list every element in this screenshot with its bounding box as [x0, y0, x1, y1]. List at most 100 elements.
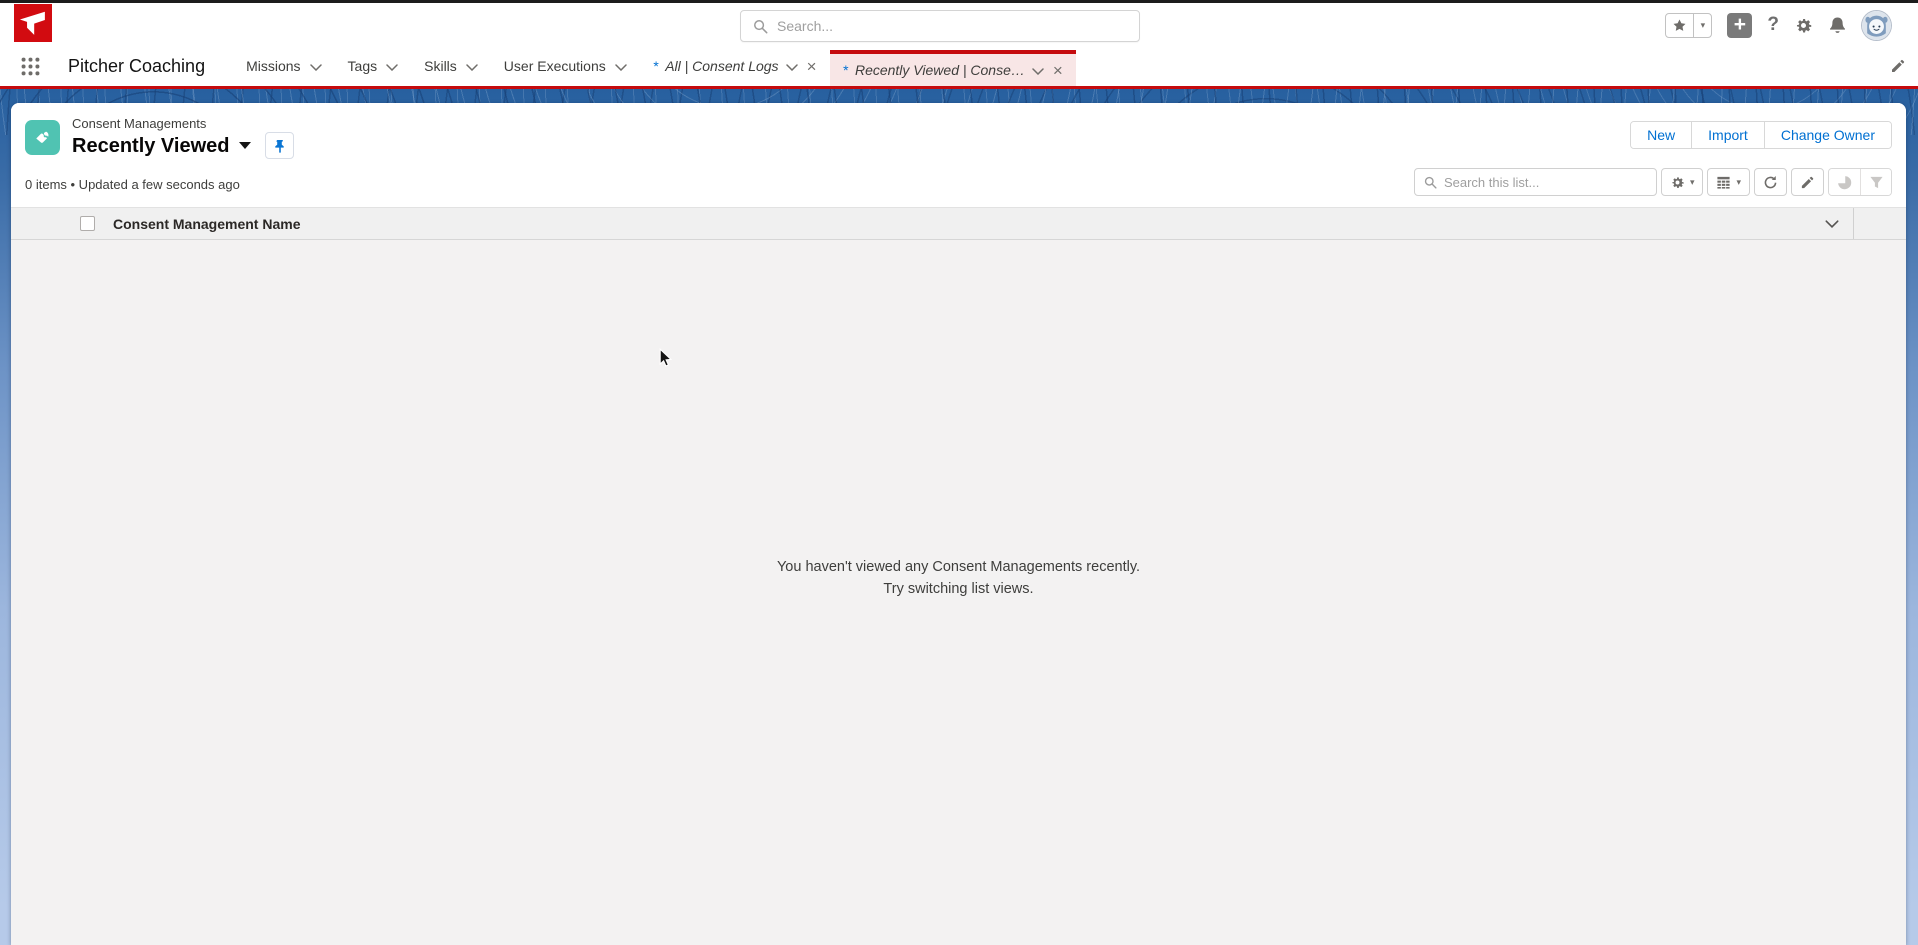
table-body: You haven't viewed any Consent Managemen… — [11, 240, 1906, 945]
list-view-selector-caret-icon[interactable] — [239, 142, 251, 155]
unsaved-indicator: * — [653, 58, 658, 74]
chevron-down-icon[interactable] — [1825, 220, 1839, 228]
view-row: Recently Viewed — [72, 132, 294, 159]
favorites-dropdown-button[interactable]: ▾ — [1693, 14, 1711, 37]
list-settings-button[interactable]: ▾ — [1661, 168, 1704, 196]
list-controls: ▾ ▾ — [1414, 168, 1892, 196]
new-button[interactable]: New — [1631, 122, 1691, 148]
nav-tab-tags[interactable]: Tags — [335, 46, 412, 86]
temp-tab-recently-viewed[interactable]: * Recently Viewed | Conse… × — [830, 50, 1076, 86]
import-button[interactable]: Import — [1691, 122, 1764, 148]
chevron-down-icon[interactable] — [615, 64, 627, 71]
caret-down-icon: ▾ — [1690, 177, 1695, 188]
chevron-down-icon[interactable] — [466, 64, 478, 71]
list-search-input[interactable] — [1444, 175, 1647, 190]
column-label: Consent Management Name — [113, 216, 300, 232]
app-name[interactable]: Pitcher Coaching — [68, 56, 205, 77]
help-icon: ? — [1767, 14, 1779, 36]
pitcher-logo-icon — [14, 4, 52, 42]
setup-button[interactable] — [1794, 16, 1813, 35]
pencil-icon — [1800, 175, 1815, 190]
close-icon[interactable]: × — [1053, 62, 1063, 79]
list-view-header: Consent Managements Recently Viewed — [11, 103, 1906, 207]
nav-tabs: Missions Tags Skills User Executions * A… — [233, 46, 1076, 86]
nav-tab-missions[interactable]: Missions — [233, 46, 334, 86]
temp-tab-label: All | Consent Logs — [665, 58, 778, 74]
nav-tab-label: User Executions — [504, 58, 606, 74]
nav-tab-user-executions[interactable]: User Executions — [491, 46, 640, 86]
nav-tab-skills[interactable]: Skills — [411, 46, 491, 86]
list-action-buttons: New Import Change Owner — [1630, 121, 1892, 149]
pin-icon — [274, 139, 286, 153]
funnel-icon — [1869, 175, 1884, 190]
avatar-astro-icon — [1862, 11, 1891, 40]
refresh-icon — [1763, 175, 1778, 190]
chart-filter-group — [1828, 168, 1892, 196]
search-icon — [753, 19, 768, 34]
inline-edit-button[interactable] — [1791, 168, 1824, 196]
title-left: Consent Managements Recently Viewed — [25, 116, 294, 159]
pin-list-view-button[interactable] — [265, 132, 294, 159]
user-avatar[interactable] — [1862, 11, 1891, 40]
temp-tab-label: Recently Viewed | Conse… — [855, 62, 1025, 78]
select-all-checkbox[interactable] — [80, 216, 95, 231]
global-search-box[interactable] — [740, 10, 1140, 42]
table-header-row: Consent Management Name — [11, 207, 1906, 240]
help-button[interactable]: ? — [1767, 14, 1779, 36]
gear-icon — [1794, 16, 1813, 35]
header-actions: ▾ + ? — [1665, 11, 1891, 39]
favorites-button[interactable] — [1666, 14, 1693, 37]
chevron-down-icon[interactable] — [386, 64, 398, 71]
list-meta: 0 items • Updated a few seconds ago — [25, 177, 240, 196]
change-owner-button[interactable]: Change Owner — [1764, 122, 1891, 148]
list-view-card: Consent Managements Recently Viewed — [11, 103, 1906, 945]
entity-label: Consent Managements — [72, 116, 294, 131]
filter-button[interactable] — [1860, 169, 1891, 195]
screen: ▾ + ? — [0, 0, 1918, 945]
star-icon — [1672, 18, 1687, 33]
edit-navigation-button[interactable] — [1890, 58, 1906, 74]
caret-down-icon: ▾ — [1736, 177, 1741, 188]
waffle-icon — [20, 56, 41, 77]
list-view-title[interactable]: Recently Viewed — [72, 135, 229, 157]
pie-chart-icon — [1837, 175, 1852, 190]
display-as-button[interactable]: ▾ — [1707, 168, 1750, 196]
handshake-icon — [32, 127, 53, 148]
pitcher-logo[interactable] — [14, 4, 52, 42]
nav-tab-label: Tags — [348, 58, 378, 74]
global-header: ▾ + ? — [0, 3, 1918, 46]
search-icon — [1424, 176, 1437, 189]
temp-tab-all-consent-logs[interactable]: * All | Consent Logs × — [640, 46, 830, 86]
empty-state-line-2: Try switching list views. — [11, 578, 1906, 600]
consent-managements-icon — [25, 120, 60, 155]
notifications-button[interactable] — [1828, 16, 1847, 35]
global-search-input[interactable] — [777, 18, 1127, 34]
nav-tab-label: Skills — [424, 58, 457, 74]
refresh-button[interactable] — [1754, 168, 1787, 196]
plus-icon: + — [1734, 14, 1746, 35]
workspace-background: Consent Managements Recently Viewed — [0, 89, 1918, 945]
table-icon — [1716, 175, 1731, 190]
app-navigation-bar: Pitcher Coaching Missions Tags Skills Us… — [0, 46, 1918, 89]
chevron-down-icon[interactable] — [786, 58, 798, 74]
global-add-button[interactable]: + — [1727, 13, 1752, 38]
close-icon[interactable]: × — [807, 58, 817, 75]
pencil-icon — [1890, 58, 1906, 74]
column-consent-management-name[interactable]: Consent Management Name — [95, 216, 1853, 232]
meta-row: 0 items • Updated a few seconds ago — [25, 168, 1892, 196]
row-actions-column — [1853, 208, 1906, 239]
select-all-cell — [11, 216, 95, 231]
nav-tab-label: Missions — [246, 58, 300, 74]
favorites-control: ▾ — [1665, 13, 1712, 38]
chevron-down-icon[interactable] — [310, 64, 322, 71]
chevron-down-icon[interactable] — [1032, 62, 1044, 78]
list-search-box[interactable] — [1414, 168, 1657, 196]
caret-down-icon: ▾ — [1701, 20, 1706, 31]
charts-button[interactable] — [1829, 169, 1860, 195]
title-block: Consent Managements Recently Viewed — [72, 116, 294, 159]
unsaved-indicator: * — [843, 62, 848, 78]
app-launcher-button[interactable] — [16, 52, 44, 80]
empty-state-line-1: You haven't viewed any Consent Managemen… — [11, 556, 1906, 578]
bell-icon — [1828, 16, 1847, 35]
gear-icon — [1670, 175, 1685, 190]
